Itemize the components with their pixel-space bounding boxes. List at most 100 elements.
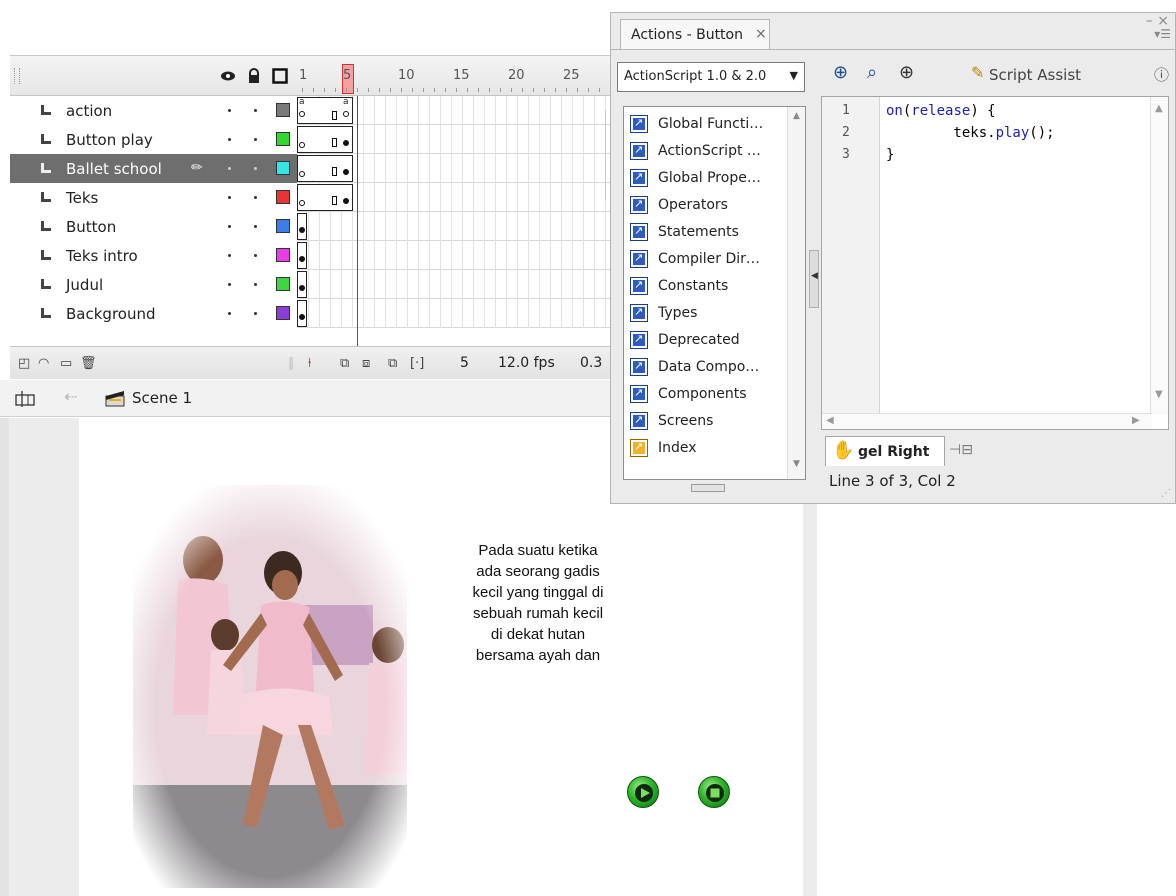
ballet-photo[interactable] (133, 485, 407, 888)
frame-rate[interactable]: 12.0 fps (498, 355, 555, 371)
lock-dot[interactable] (254, 109, 257, 112)
layer-outline-color[interactable] (276, 248, 290, 262)
scroll-right-icon[interactable]: ▶ (1132, 415, 1140, 426)
toolbox-item[interactable]: ↗ Compiler Dir… (630, 246, 790, 273)
layer-info[interactable]: Judul (10, 270, 297, 299)
script-horizontal-scrollbar[interactable]: ◀ ▶ (822, 413, 1152, 429)
visibility-dot[interactable] (228, 138, 231, 141)
layer-name[interactable]: Button play (66, 131, 153, 149)
scene-label[interactable]: Scene 1 (132, 389, 192, 407)
layer-info[interactable]: Teks intro (10, 241, 297, 270)
visibility-dot[interactable] (228, 167, 231, 170)
story-text[interactable]: Pada suatu ketika ada seorang gadis kecil … (435, 540, 641, 666)
layer-name[interactable]: Teks (66, 189, 98, 207)
actionscript-version-select[interactable]: ActionScript 1.0 & 2.0 ▼ (617, 62, 805, 92)
layer-frames[interactable] (297, 212, 610, 241)
scroll-up-icon[interactable]: ▲ (788, 111, 805, 127)
onion-skin-icon[interactable]: ⧉ (340, 356, 349, 371)
toolbox-item[interactable]: ↗ Types (630, 300, 790, 327)
code-line[interactable]: teks.play(); (886, 125, 1054, 141)
lock-icon[interactable] (246, 68, 262, 84)
lock-dot[interactable] (254, 196, 257, 199)
new-folder-icon[interactable]: ▭ (60, 356, 72, 371)
toolbox-item[interactable]: ↗ Constants (630, 273, 790, 300)
scroll-down-icon[interactable]: ▼ (1155, 389, 1163, 400)
scroll-up-icon[interactable]: ▲ (1155, 103, 1163, 114)
stop-button[interactable] (698, 776, 730, 808)
panel-grip[interactable] (14, 68, 20, 84)
visibility-dot[interactable] (228, 196, 231, 199)
layer-outline-color[interactable] (276, 190, 290, 204)
lock-dot[interactable] (254, 254, 257, 257)
pane-splitter[interactable]: ◀ (809, 250, 819, 308)
layer-outline-color[interactable] (276, 219, 290, 233)
layer-frames[interactable]: aa (297, 96, 610, 125)
layer-row[interactable]: Button (10, 212, 610, 241)
script-editor[interactable]: 1 2 3 on(release) { teks.play();} ▲ ▼ ◀ ▶ (821, 96, 1169, 430)
layer-row[interactable]: Background (10, 299, 610, 328)
layer-frames[interactable] (297, 154, 610, 183)
layer-name[interactable]: action (66, 102, 112, 120)
lock-dot[interactable] (254, 312, 257, 315)
help-icon[interactable]: ⓘ (1154, 64, 1169, 85)
layer-frames[interactable] (297, 241, 610, 270)
toolbox-resize-handle[interactable] (691, 484, 725, 492)
layer-row[interactable]: Teks intro (10, 241, 610, 270)
lock-dot[interactable] (254, 138, 257, 141)
layer-name[interactable]: Background (66, 305, 156, 323)
edit-multiple-frames-icon[interactable]: ⧉ (388, 356, 397, 371)
layer-outline-color[interactable] (276, 132, 290, 146)
layer-name[interactable]: Teks intro (66, 247, 138, 265)
back-arrow-icon[interactable]: ⇠ (64, 387, 77, 406)
magic-wand-icon[interactable]: ✎ (971, 63, 984, 82)
layer-name[interactable]: Ballet school (66, 160, 162, 178)
pinned-script-tab[interactable]: ✋ gel Right (825, 436, 945, 466)
toolbox-item[interactable]: ↗ Global Prope… (630, 165, 790, 192)
visibility-dot[interactable] (228, 254, 231, 257)
panel-menu-icon[interactable]: ▾☰ (1154, 27, 1171, 41)
add-item-icon[interactable]: ⊕ (833, 62, 848, 83)
layer-frames[interactable] (297, 183, 610, 212)
layer-info[interactable]: action (10, 96, 297, 125)
eye-icon[interactable] (220, 68, 236, 84)
onion-skin-outlines-icon[interactable]: ⧈ (362, 356, 370, 371)
layer-row[interactable]: Judul (10, 270, 610, 299)
toolbox-item[interactable]: ↗ Global Functi… (630, 111, 790, 138)
timeline-toggle-icon[interactable] (14, 389, 36, 409)
layer-info[interactable]: Button play (10, 125, 297, 154)
layer-row[interactable]: Teks (10, 183, 610, 212)
toolbox-item[interactable]: ↗ Data Compo… (630, 354, 790, 381)
layer-outline-color[interactable] (276, 306, 290, 320)
code-line[interactable]: } (886, 147, 894, 163)
script-assist-button[interactable]: Script Assist (989, 66, 1081, 84)
toolbox-item[interactable]: ↗ Operators (630, 192, 790, 219)
toolbox-item[interactable]: ↗ Index (630, 435, 790, 462)
resize-grip-icon[interactable]: ⋰ (1161, 488, 1171, 499)
pin-script-icon[interactable]: ⊣⊟ (949, 442, 973, 458)
toolbox-item[interactable]: ↗ ActionScript … (630, 138, 790, 165)
add-motion-guide-icon[interactable]: ◠ (38, 356, 49, 371)
scene-clapper-icon[interactable] (104, 388, 126, 408)
outline-icon[interactable] (272, 68, 288, 84)
target-path-icon[interactable]: ⊕ (899, 62, 914, 83)
layer-info[interactable]: Button (10, 212, 297, 241)
layer-name[interactable]: Button (66, 218, 116, 236)
scroll-down-icon[interactable]: ▼ (788, 459, 805, 475)
layer-info[interactable]: Background (10, 299, 297, 328)
visibility-dot[interactable] (228, 109, 231, 112)
layer-row[interactable]: Button play (10, 125, 610, 154)
lock-dot[interactable] (254, 167, 257, 170)
new-layer-icon[interactable]: ◰ (18, 356, 30, 371)
trash-icon[interactable]: 🗑 (80, 356, 97, 371)
frame-ruler[interactable]: 1 5 10 15 20 25 (297, 56, 610, 96)
toolbox-item[interactable]: ↗ Deprecated (630, 327, 790, 354)
layer-outline-color[interactable] (276, 103, 290, 117)
lock-dot[interactable] (254, 283, 257, 286)
visibility-dot[interactable] (228, 283, 231, 286)
play-button[interactable] (627, 776, 659, 808)
layer-outline-color[interactable] (276, 277, 290, 291)
toolbox-item[interactable]: ↗ Components (630, 381, 790, 408)
toolbox-item[interactable]: ↗ Statements (630, 219, 790, 246)
layer-row[interactable]: Ballet school ✏ (10, 154, 610, 183)
code-line[interactable]: on(release) { (886, 103, 996, 119)
